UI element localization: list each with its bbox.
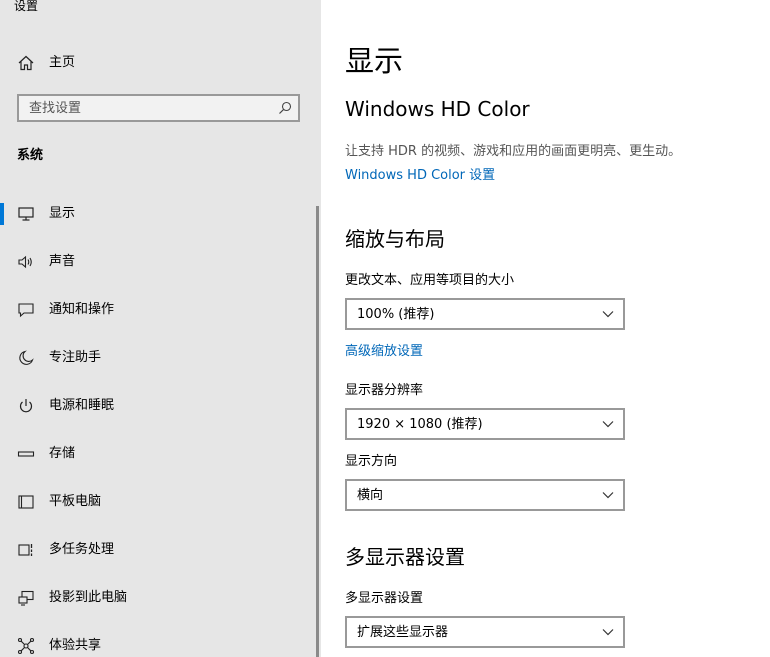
scale-dropdown-value: 100% (推荐) bbox=[357, 307, 435, 322]
multi-display-heading: 多显示器设置 bbox=[345, 545, 465, 569]
chevron-down-icon bbox=[602, 421, 614, 428]
sidebar-item-multitasking[interactable]: 多任务处理 bbox=[0, 526, 316, 574]
notification-icon bbox=[18, 303, 34, 318]
sidebar-item-label: 主页 bbox=[49, 55, 76, 70]
sidebar-item-home[interactable]: 主页 bbox=[0, 46, 321, 80]
sidebar-item-project-to-pc[interactable]: 投影到此电脑 bbox=[0, 574, 316, 622]
resolution-dropdown-value: 1920 × 1080 (推荐) bbox=[357, 417, 483, 432]
search-icon[interactable] bbox=[278, 101, 292, 115]
page-title: 显示 bbox=[345, 44, 404, 78]
moon-icon bbox=[19, 350, 34, 365]
sidebar-item-display[interactable]: 显示 bbox=[0, 190, 316, 238]
sidebar-scrollbar[interactable] bbox=[316, 206, 319, 657]
resolution-label: 显示器分辨率 bbox=[345, 383, 424, 398]
sidebar-item-label: 平板电脑 bbox=[49, 494, 102, 509]
sidebar-item-focus-assist[interactable]: 专注助手 bbox=[0, 334, 316, 382]
orientation-label: 显示方向 bbox=[345, 454, 398, 469]
sidebar-item-storage[interactable]: 存储 bbox=[0, 430, 316, 478]
advanced-scaling-link[interactable]: 高级缩放设置 bbox=[345, 343, 423, 361]
sidebar-item-label: 电源和睡眠 bbox=[49, 398, 115, 413]
sidebar-item-label: 通知和操作 bbox=[49, 302, 115, 317]
search-box[interactable] bbox=[17, 94, 300, 122]
home-icon bbox=[18, 55, 34, 71]
project-icon bbox=[18, 590, 34, 606]
share-icon bbox=[17, 637, 35, 655]
sidebar-item-label: 多任务处理 bbox=[49, 542, 115, 557]
sidebar-item-label: 存储 bbox=[49, 446, 76, 461]
multi-display-dropdown-value: 扩展这些显示器 bbox=[357, 625, 449, 640]
search-input[interactable] bbox=[29, 99, 269, 117]
resolution-dropdown[interactable]: 1920 × 1080 (推荐) bbox=[345, 408, 625, 440]
hd-color-settings-link[interactable]: Windows HD Color 设置 bbox=[345, 167, 495, 185]
section-title: 系统 bbox=[17, 148, 44, 163]
orientation-dropdown-value: 横向 bbox=[357, 488, 384, 503]
sidebar: 设置 主页 系统 显示 bbox=[0, 0, 321, 657]
sidebar-item-label: 显示 bbox=[49, 206, 76, 221]
sidebar-item-label: 声音 bbox=[49, 254, 76, 269]
multi-display-label: 多显示器设置 bbox=[345, 591, 424, 606]
hd-color-heading: Windows HD Color bbox=[345, 97, 530, 121]
storage-icon bbox=[17, 451, 35, 457]
power-icon bbox=[19, 399, 33, 413]
sidebar-item-notifications[interactable]: 通知和操作 bbox=[0, 286, 316, 334]
monitor-icon bbox=[18, 207, 34, 221]
tablet-icon bbox=[18, 495, 34, 509]
multitasking-icon bbox=[18, 544, 33, 556]
scale-layout-heading: 缩放与布局 bbox=[345, 227, 445, 251]
chevron-down-icon bbox=[602, 629, 614, 636]
scale-dropdown[interactable]: 100% (推荐) bbox=[345, 298, 625, 330]
sidebar-item-power-sleep[interactable]: 电源和睡眠 bbox=[0, 382, 316, 430]
sidebar-item-sound[interactable]: 声音 bbox=[0, 238, 316, 286]
orientation-dropdown[interactable]: 横向 bbox=[345, 479, 625, 511]
hd-color-description: 让支持 HDR 的视频、游戏和应用的画面更明亮、更生动。 bbox=[345, 144, 682, 159]
multi-display-dropdown[interactable]: 扩展这些显示器 bbox=[345, 616, 625, 648]
sidebar-item-tablet[interactable]: 平板电脑 bbox=[0, 478, 316, 526]
main-content: 显示 Windows HD Color 让支持 HDR 的视频、游戏和应用的画面… bbox=[321, 0, 770, 657]
sidebar-nav: 显示 声音 通知和操作 专注助手 电源和睡眠 存储 平板电脑 多任务处理 投影到… bbox=[0, 190, 316, 657]
settings-window: 设置 主页 系统 显示 bbox=[0, 0, 770, 657]
sidebar-item-shared-experiences[interactable]: 体验共享 bbox=[0, 622, 316, 657]
sidebar-item-label: 投影到此电脑 bbox=[49, 590, 128, 605]
chevron-down-icon bbox=[602, 311, 614, 318]
app-title: 设置 bbox=[14, 0, 39, 13]
sidebar-item-label: 体验共享 bbox=[49, 638, 102, 653]
sidebar-item-label: 专注助手 bbox=[49, 350, 102, 365]
scale-label: 更改文本、应用等项目的大小 bbox=[345, 273, 515, 288]
speaker-icon bbox=[18, 255, 32, 269]
chevron-down-icon bbox=[602, 492, 614, 499]
